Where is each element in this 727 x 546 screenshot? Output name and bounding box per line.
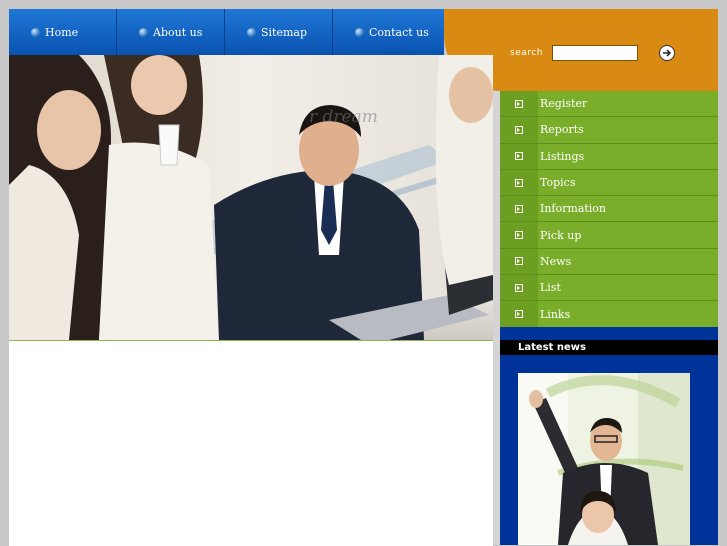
latest-news-panel: Latest news: [500, 327, 718, 545]
arrow-box-icon: [515, 231, 523, 240]
nav-label: Home: [45, 25, 79, 39]
menu-item-register[interactable]: Register: [500, 91, 718, 118]
menu-item-list[interactable]: List: [500, 275, 718, 302]
search-go-button[interactable]: [659, 45, 675, 61]
bullet-icon: [355, 27, 364, 37]
arrow-box-icon: [515, 152, 523, 161]
news-photo[interactable]: [518, 373, 690, 545]
bullet-icon: [139, 27, 148, 37]
menu-item-reports[interactable]: Reports: [500, 117, 718, 144]
arrow-box-icon: [515, 310, 523, 319]
hero-caption: r dream: [309, 107, 378, 127]
menu-item-links[interactable]: Links: [500, 301, 718, 328]
nav-sitemap[interactable]: Sitemap: [225, 9, 333, 55]
bullet-icon: [31, 27, 40, 37]
arrow-right-icon: [663, 49, 672, 57]
menu-label: Topics: [540, 176, 576, 190]
side-menu: Register Reports Listings Topics Informa…: [500, 91, 718, 328]
latest-news-header: Latest news: [500, 340, 718, 355]
nav-label: Sitemap: [261, 25, 308, 39]
arrow-box-icon: [515, 99, 523, 108]
arrow-box-icon: [515, 125, 523, 134]
menu-item-information[interactable]: Information: [500, 196, 718, 223]
menu-label: Information: [540, 202, 607, 216]
menu-label: Reports: [540, 123, 584, 137]
search-label: search: [510, 48, 543, 58]
menu-label: Pick up: [540, 228, 582, 242]
arrow-box-icon: [515, 204, 523, 213]
nav-label: About us: [153, 25, 203, 39]
menu-label: Links: [540, 307, 571, 321]
main-content: [9, 340, 493, 546]
search-input[interactable]: [552, 45, 638, 61]
hero-image: r dream: [9, 55, 493, 340]
menu-label: List: [540, 281, 561, 295]
menu-label: Register: [540, 97, 588, 111]
menu-item-news[interactable]: News: [500, 248, 718, 276]
bullet-icon: [247, 27, 256, 37]
menu-item-topics[interactable]: Topics: [500, 169, 718, 197]
menu-label: News: [540, 254, 572, 268]
menu-item-listings[interactable]: Listings: [500, 143, 718, 170]
menu-label: Listings: [540, 149, 585, 163]
nav-contact-us[interactable]: Contact us: [333, 9, 441, 55]
nav-about-us[interactable]: About us: [117, 9, 225, 55]
office-team-photo: [9, 55, 493, 340]
nav-label: Contact us: [369, 25, 429, 39]
top-navigation: Home About us Sitemap Contact us: [9, 9, 444, 55]
arrow-box-icon: [515, 178, 523, 187]
menu-item-pick-up[interactable]: Pick up: [500, 222, 718, 249]
arrow-box-icon: [515, 257, 523, 266]
office-people-photo: [518, 373, 690, 545]
nav-home[interactable]: Home: [9, 9, 117, 55]
arrow-box-icon: [515, 283, 523, 292]
layout-gutter: [493, 55, 500, 545]
